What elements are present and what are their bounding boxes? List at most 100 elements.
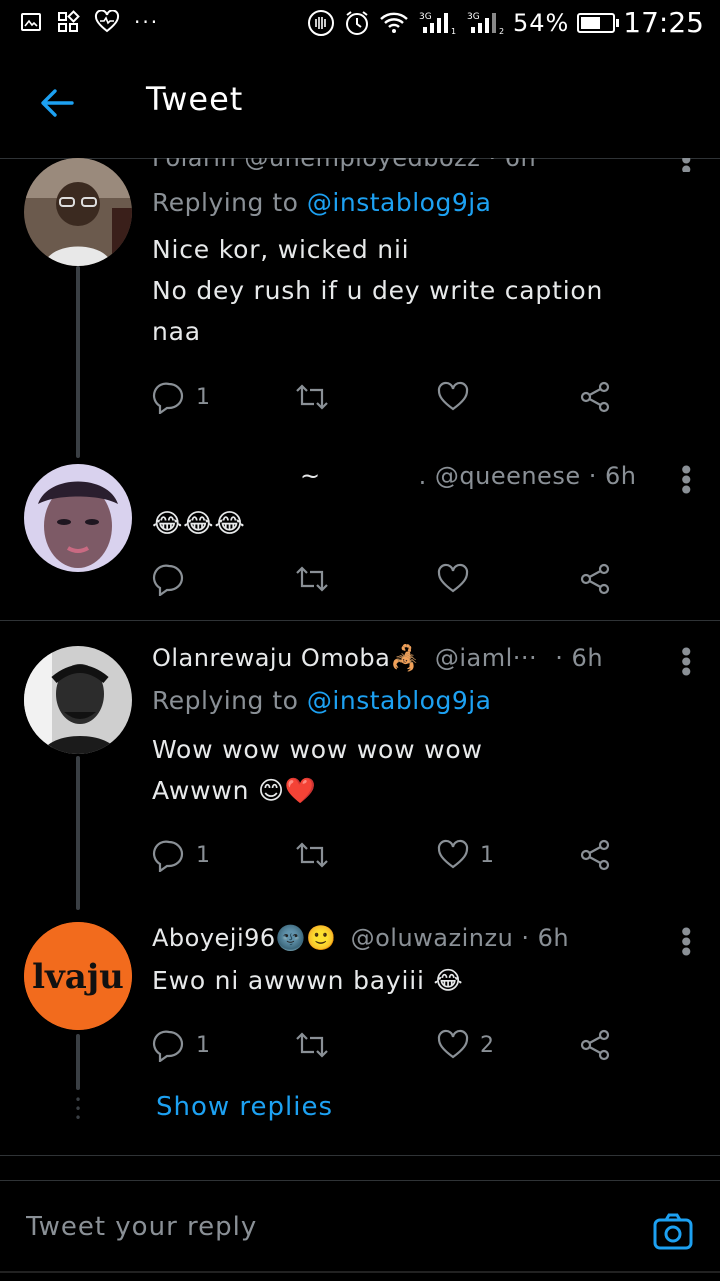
- nav-divider: [0, 1271, 720, 1273]
- retweet-button[interactable]: [294, 1028, 330, 1062]
- tweet-meta: Aboyeji96🌚🙂 @oluwazinzu · 6h: [152, 924, 690, 952]
- retweet-icon: [296, 566, 328, 592]
- clock: 17:25: [623, 6, 704, 39]
- header: Tweet: [0, 52, 720, 159]
- avatar-image: lvaju: [24, 922, 132, 1030]
- back-button[interactable]: [38, 84, 78, 124]
- svg-text:3G: 3G: [467, 12, 480, 22]
- reply-button[interactable]: 1: [152, 380, 210, 414]
- more-notifications-icon: ···: [134, 10, 160, 34]
- show-replies-link[interactable]: Show replies: [156, 1092, 333, 1122]
- camera-icon: [653, 1213, 693, 1250]
- gallery-icon: [21, 13, 41, 31]
- health-icon: [94, 10, 120, 33]
- page-title: Tweet: [146, 80, 244, 118]
- tweet-actions: [152, 562, 622, 602]
- share-icon: [580, 1029, 610, 1061]
- retweet-button[interactable]: [294, 838, 330, 872]
- share-button[interactable]: [578, 838, 612, 872]
- avatar-image: [24, 464, 132, 572]
- reply-icon: [152, 564, 184, 596]
- tweet-actions: 1: [152, 380, 622, 420]
- like-button[interactable]: [436, 562, 470, 596]
- share-button[interactable]: [578, 562, 612, 596]
- thread-continuation-dots: • • •: [74, 1093, 82, 1125]
- back-arrow-icon: [41, 89, 74, 117]
- svg-text:3G: 3G: [419, 12, 432, 22]
- tweet[interactable]: Olanrewaju Omoba🦂 @iaml··· · 6h Replying…: [0, 639, 720, 910]
- reply-icon: [152, 840, 184, 872]
- avatar[interactable]: [24, 646, 132, 754]
- tweet-meta: Folarin @unemployedbozz · 6h: [152, 158, 537, 172]
- nfc-icon: [307, 9, 334, 36]
- thread-line: [76, 756, 80, 910]
- like-button[interactable]: 2: [436, 1028, 494, 1062]
- display-name[interactable]: Olanrewaju Omoba🦂: [152, 644, 421, 672]
- username-handle[interactable]: . @queenese · 6h: [419, 462, 637, 490]
- svg-text:1: 1: [451, 27, 456, 36]
- share-icon: [580, 563, 610, 595]
- reply-icon: [152, 1030, 184, 1062]
- tweet-text: Ewo ni awwwn bayiii 😂: [152, 966, 464, 995]
- svg-text:lvaju: lvaju: [32, 957, 124, 997]
- battery-icon: [577, 12, 620, 33]
- more-options-icon[interactable]: • • •: [678, 639, 695, 687]
- username-handle[interactable]: @iaml···: [435, 644, 537, 672]
- tweet[interactable]: lvaju Aboyeji96🌚🙂 @oluwazinzu · 6h Ewo n…: [0, 919, 720, 1090]
- apps-icon: [58, 10, 80, 32]
- more-options-icon[interactable]: • • •: [678, 457, 695, 505]
- display-name[interactable]: Aboyeji96🌚🙂: [152, 924, 336, 952]
- tweet[interactable]: ~ . @queenese · 6h 😂😂😂 • • •: [0, 457, 720, 620]
- heart-icon: [437, 1029, 469, 1059]
- avatar[interactable]: [24, 158, 132, 266]
- wifi-icon: [380, 12, 408, 33]
- battery-percent: 54%: [512, 8, 570, 37]
- username-handle[interactable]: @oluwazinzu · 6h: [351, 924, 570, 952]
- reply-handle-link[interactable]: @instablog9ja: [307, 188, 492, 217]
- signal-sim1-icon: 3G 1: [419, 12, 456, 36]
- tweet-text: 😂😂😂: [152, 509, 246, 539]
- tweet[interactable]: Folarin @unemployedbozz · 6h •• Replying…: [0, 158, 720, 458]
- avatar-image: [24, 646, 132, 754]
- svg-text:2: 2: [499, 27, 504, 36]
- share-button[interactable]: [578, 1028, 612, 1062]
- retweet-icon: [296, 1032, 328, 1058]
- share-button[interactable]: [578, 380, 612, 414]
- more-options-icon[interactable]: ••: [678, 158, 695, 172]
- camera-button[interactable]: [652, 1211, 694, 1253]
- avatar-image: [24, 158, 132, 266]
- reply-button[interactable]: 1: [152, 838, 210, 872]
- like-button[interactable]: [436, 380, 470, 414]
- replying-to: Replying to @instablog9ja: [152, 686, 492, 715]
- tweet-actions: 1 1: [152, 838, 622, 878]
- display-name[interactable]: ~: [300, 462, 321, 490]
- tweet-actions: 1 2: [152, 1028, 622, 1068]
- reply-icon: [152, 382, 184, 414]
- retweet-button[interactable]: [294, 562, 330, 596]
- like-button[interactable]: 1: [436, 838, 494, 872]
- reply-input[interactable]: [24, 1211, 628, 1243]
- tweet-meta: Olanrewaju Omoba🦂 @iaml··· · 6h: [152, 644, 690, 672]
- thread-line: [76, 266, 80, 458]
- signal-sim2-icon: 3G 2: [467, 12, 504, 36]
- reply-composer: [0, 1180, 720, 1281]
- alarm-icon: [345, 10, 368, 35]
- tweet-time: · 6h: [555, 644, 604, 672]
- reply-handle-link[interactable]: @instablog9ja: [307, 686, 492, 715]
- tweet-text: Wow wow wow wow wow Awwwn 😊❤️: [152, 735, 483, 805]
- divider: [0, 1155, 720, 1156]
- retweet-icon: [296, 384, 328, 410]
- avatar[interactable]: [24, 464, 132, 572]
- more-options-icon[interactable]: • • •: [678, 919, 695, 967]
- reply-button[interactable]: [152, 562, 196, 596]
- heart-icon: [437, 381, 469, 411]
- reply-button[interactable]: 1: [152, 1028, 210, 1062]
- tweet-meta: ~ . @queenese · 6h: [152, 462, 690, 490]
- retweet-button[interactable]: [294, 380, 330, 414]
- heart-icon: [437, 839, 469, 869]
- retweet-icon: [296, 842, 328, 868]
- share-icon: [580, 839, 610, 871]
- avatar[interactable]: lvaju: [24, 922, 132, 1030]
- replying-to: Replying to @instablog9ja: [152, 188, 492, 217]
- share-icon: [580, 381, 610, 413]
